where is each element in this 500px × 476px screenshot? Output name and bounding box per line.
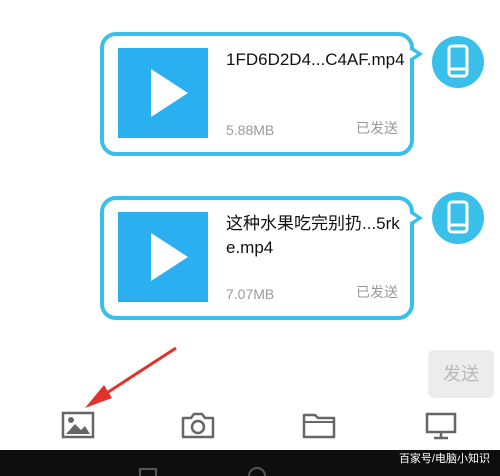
file-name: 这种水果吃完别扔...5rke.mp4 bbox=[226, 214, 400, 257]
send-button[interactable]: 发送 bbox=[428, 350, 494, 398]
image-icon[interactable] bbox=[60, 409, 96, 441]
file-size: 5.88MB bbox=[226, 122, 275, 138]
play-icon bbox=[151, 233, 188, 281]
send-status: 已发送 bbox=[356, 284, 398, 300]
video-message-bubble[interactable]: 这种水果吃完别扔...5rke.mp4 7.07MB 已发送 bbox=[100, 196, 423, 320]
camera-icon[interactable] bbox=[180, 409, 216, 441]
video-thumbnail[interactable] bbox=[118, 212, 208, 302]
send-status: 已发送 bbox=[356, 120, 398, 136]
watermark: 百家号/电脑小知识 bbox=[398, 453, 490, 465]
file-size: 7.07MB bbox=[226, 286, 275, 302]
file-name: 1FD6D2D4...C4AF.mp4 bbox=[226, 50, 405, 69]
video-message-bubble[interactable]: 1FD6D2D4...C4AF.mp4 5.88MB 已发送 bbox=[100, 32, 423, 156]
video-thumbnail[interactable] bbox=[118, 48, 208, 138]
play-icon bbox=[151, 69, 188, 117]
phone-avatar-icon[interactable] bbox=[432, 192, 484, 244]
system-nav-bar: 百家号/电脑小知识 bbox=[0, 450, 500, 476]
folder-icon[interactable] bbox=[301, 409, 337, 441]
screen-icon[interactable] bbox=[423, 409, 459, 441]
phone-avatar-icon[interactable] bbox=[432, 36, 484, 88]
